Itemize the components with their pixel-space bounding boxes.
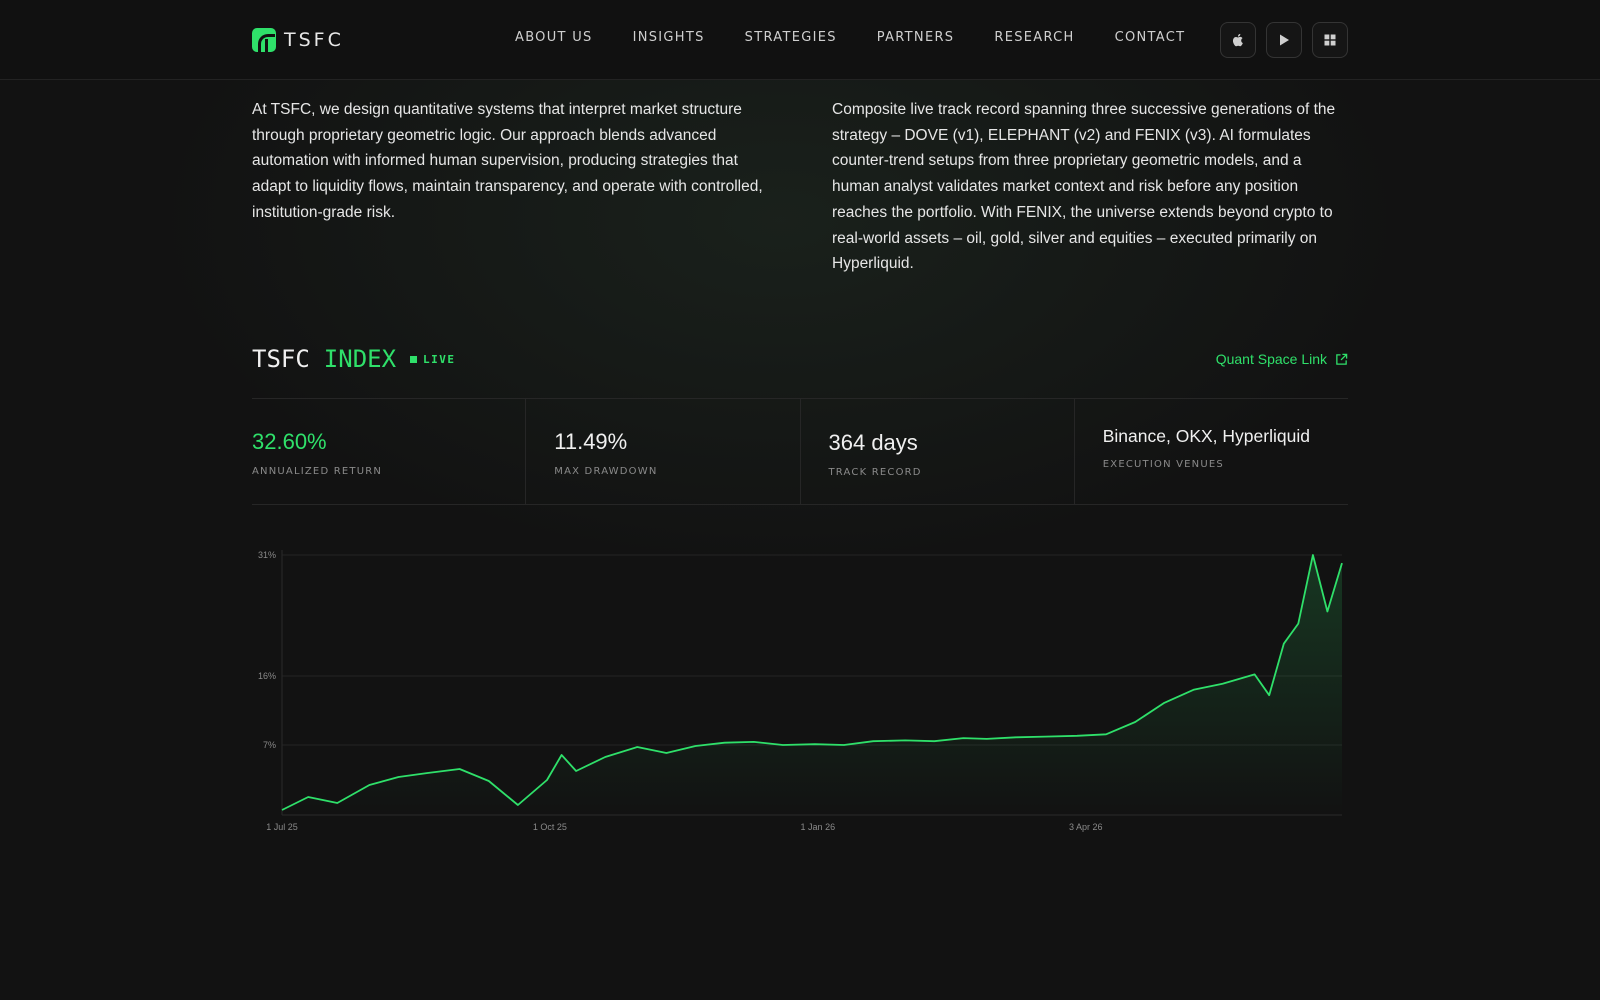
index-title-word: INDEX xyxy=(323,345,397,373)
nav-insights[interactable]: INSIGHTS xyxy=(633,30,705,45)
brand-name: TSFC xyxy=(284,29,344,51)
stat-annualized-return: 32.60% ANNUALIZED RETURN xyxy=(252,399,527,504)
chart-x-tick-label: 3 Apr 26 xyxy=(1069,822,1103,832)
apple-icon xyxy=(1232,33,1243,47)
chart-area-fill xyxy=(282,555,1342,815)
live-dot-icon xyxy=(410,355,418,363)
nav-contact[interactable]: CONTACT xyxy=(1115,30,1186,45)
nav-strategies[interactable]: STRATEGIES xyxy=(745,30,837,45)
external-link-icon xyxy=(1336,353,1348,365)
play-icon xyxy=(1280,34,1289,46)
chart-y-tick-label: 31% xyxy=(258,550,276,560)
nav-about-us[interactable]: ABOUT US xyxy=(515,30,593,45)
intro-text-right: Composite live track record spanning thr… xyxy=(832,101,1336,273)
intro-text-left: At TSFC, we design quantitative systems … xyxy=(252,101,763,221)
live-badge: LIVE xyxy=(410,353,456,366)
chart-x-tick-label: 1 Oct 25 xyxy=(533,822,567,832)
grid-button[interactable] xyxy=(1312,22,1348,58)
quant-space-link[interactable]: Quant Space Link xyxy=(1216,351,1348,367)
nav-partners[interactable]: PARTNERS xyxy=(877,30,955,45)
stat-label: TRACK RECORD xyxy=(828,467,922,478)
index-title: TSFC INDEX LIVE xyxy=(252,345,456,373)
play-button[interactable] xyxy=(1266,22,1302,58)
stat-value: 32.60% xyxy=(252,429,327,454)
logo[interactable]: TSFC xyxy=(252,27,344,53)
chart-y-tick-label: 16% xyxy=(258,671,276,681)
stat-label: MAX DRAWDOWN xyxy=(554,466,658,477)
index-chart-svg: 31% 16% 7% 1 Jul 25 1 Oct 25 1 Jan 26 3 Apr 26 xyxy=(258,550,1343,832)
stats-row: 32.60% ANNUALIZED RETURN 11.49% MAX DRAW… xyxy=(252,398,1348,505)
stat-max-drawdown: 11.49% MAX DRAWDOWN xyxy=(526,399,801,504)
apple-button[interactable] xyxy=(1220,22,1256,58)
stat-value: Binance, OKX, Hyperliquid xyxy=(1102,426,1310,446)
main-nav: ABOUT US INSIGHTS STRATEGIES PARTNERS RE… xyxy=(515,30,1185,45)
stat-value: 11.49% xyxy=(554,429,628,454)
index-title-brand: TSFC xyxy=(252,345,310,373)
stat-value: 364 days xyxy=(828,430,918,455)
stat-execution-venues: Binance, OKX, Hyperliquid EXECUTION VENU… xyxy=(1075,399,1348,504)
app-icon-buttons xyxy=(1220,22,1348,58)
chart-x-tick-label: 1 Jan 26 xyxy=(801,822,836,832)
stat-label: ANNUALIZED RETURN xyxy=(252,466,383,477)
chart-y-tick-label: 7% xyxy=(263,740,276,750)
chart-x-tick-label: 1 Jul 25 xyxy=(266,822,298,832)
live-label: LIVE xyxy=(423,352,456,366)
stat-label: EXECUTION VENUES xyxy=(1102,459,1224,470)
stat-track-record: 364 days TRACK RECORD xyxy=(801,399,1075,504)
grid-icon xyxy=(1324,34,1336,46)
logo-mark-icon xyxy=(252,28,276,52)
site-header: TSFC ABOUT US INSIGHTS STRATEGIES PARTNE… xyxy=(0,0,1600,80)
quant-space-link-label: Quant Space Link xyxy=(1215,351,1327,367)
index-chart: 31% 16% 7% 1 Jul 25 1 Oct 25 1 Jan 26 3 Apr 26 xyxy=(252,540,1352,840)
nav-research[interactable]: RESEARCH xyxy=(994,30,1074,45)
